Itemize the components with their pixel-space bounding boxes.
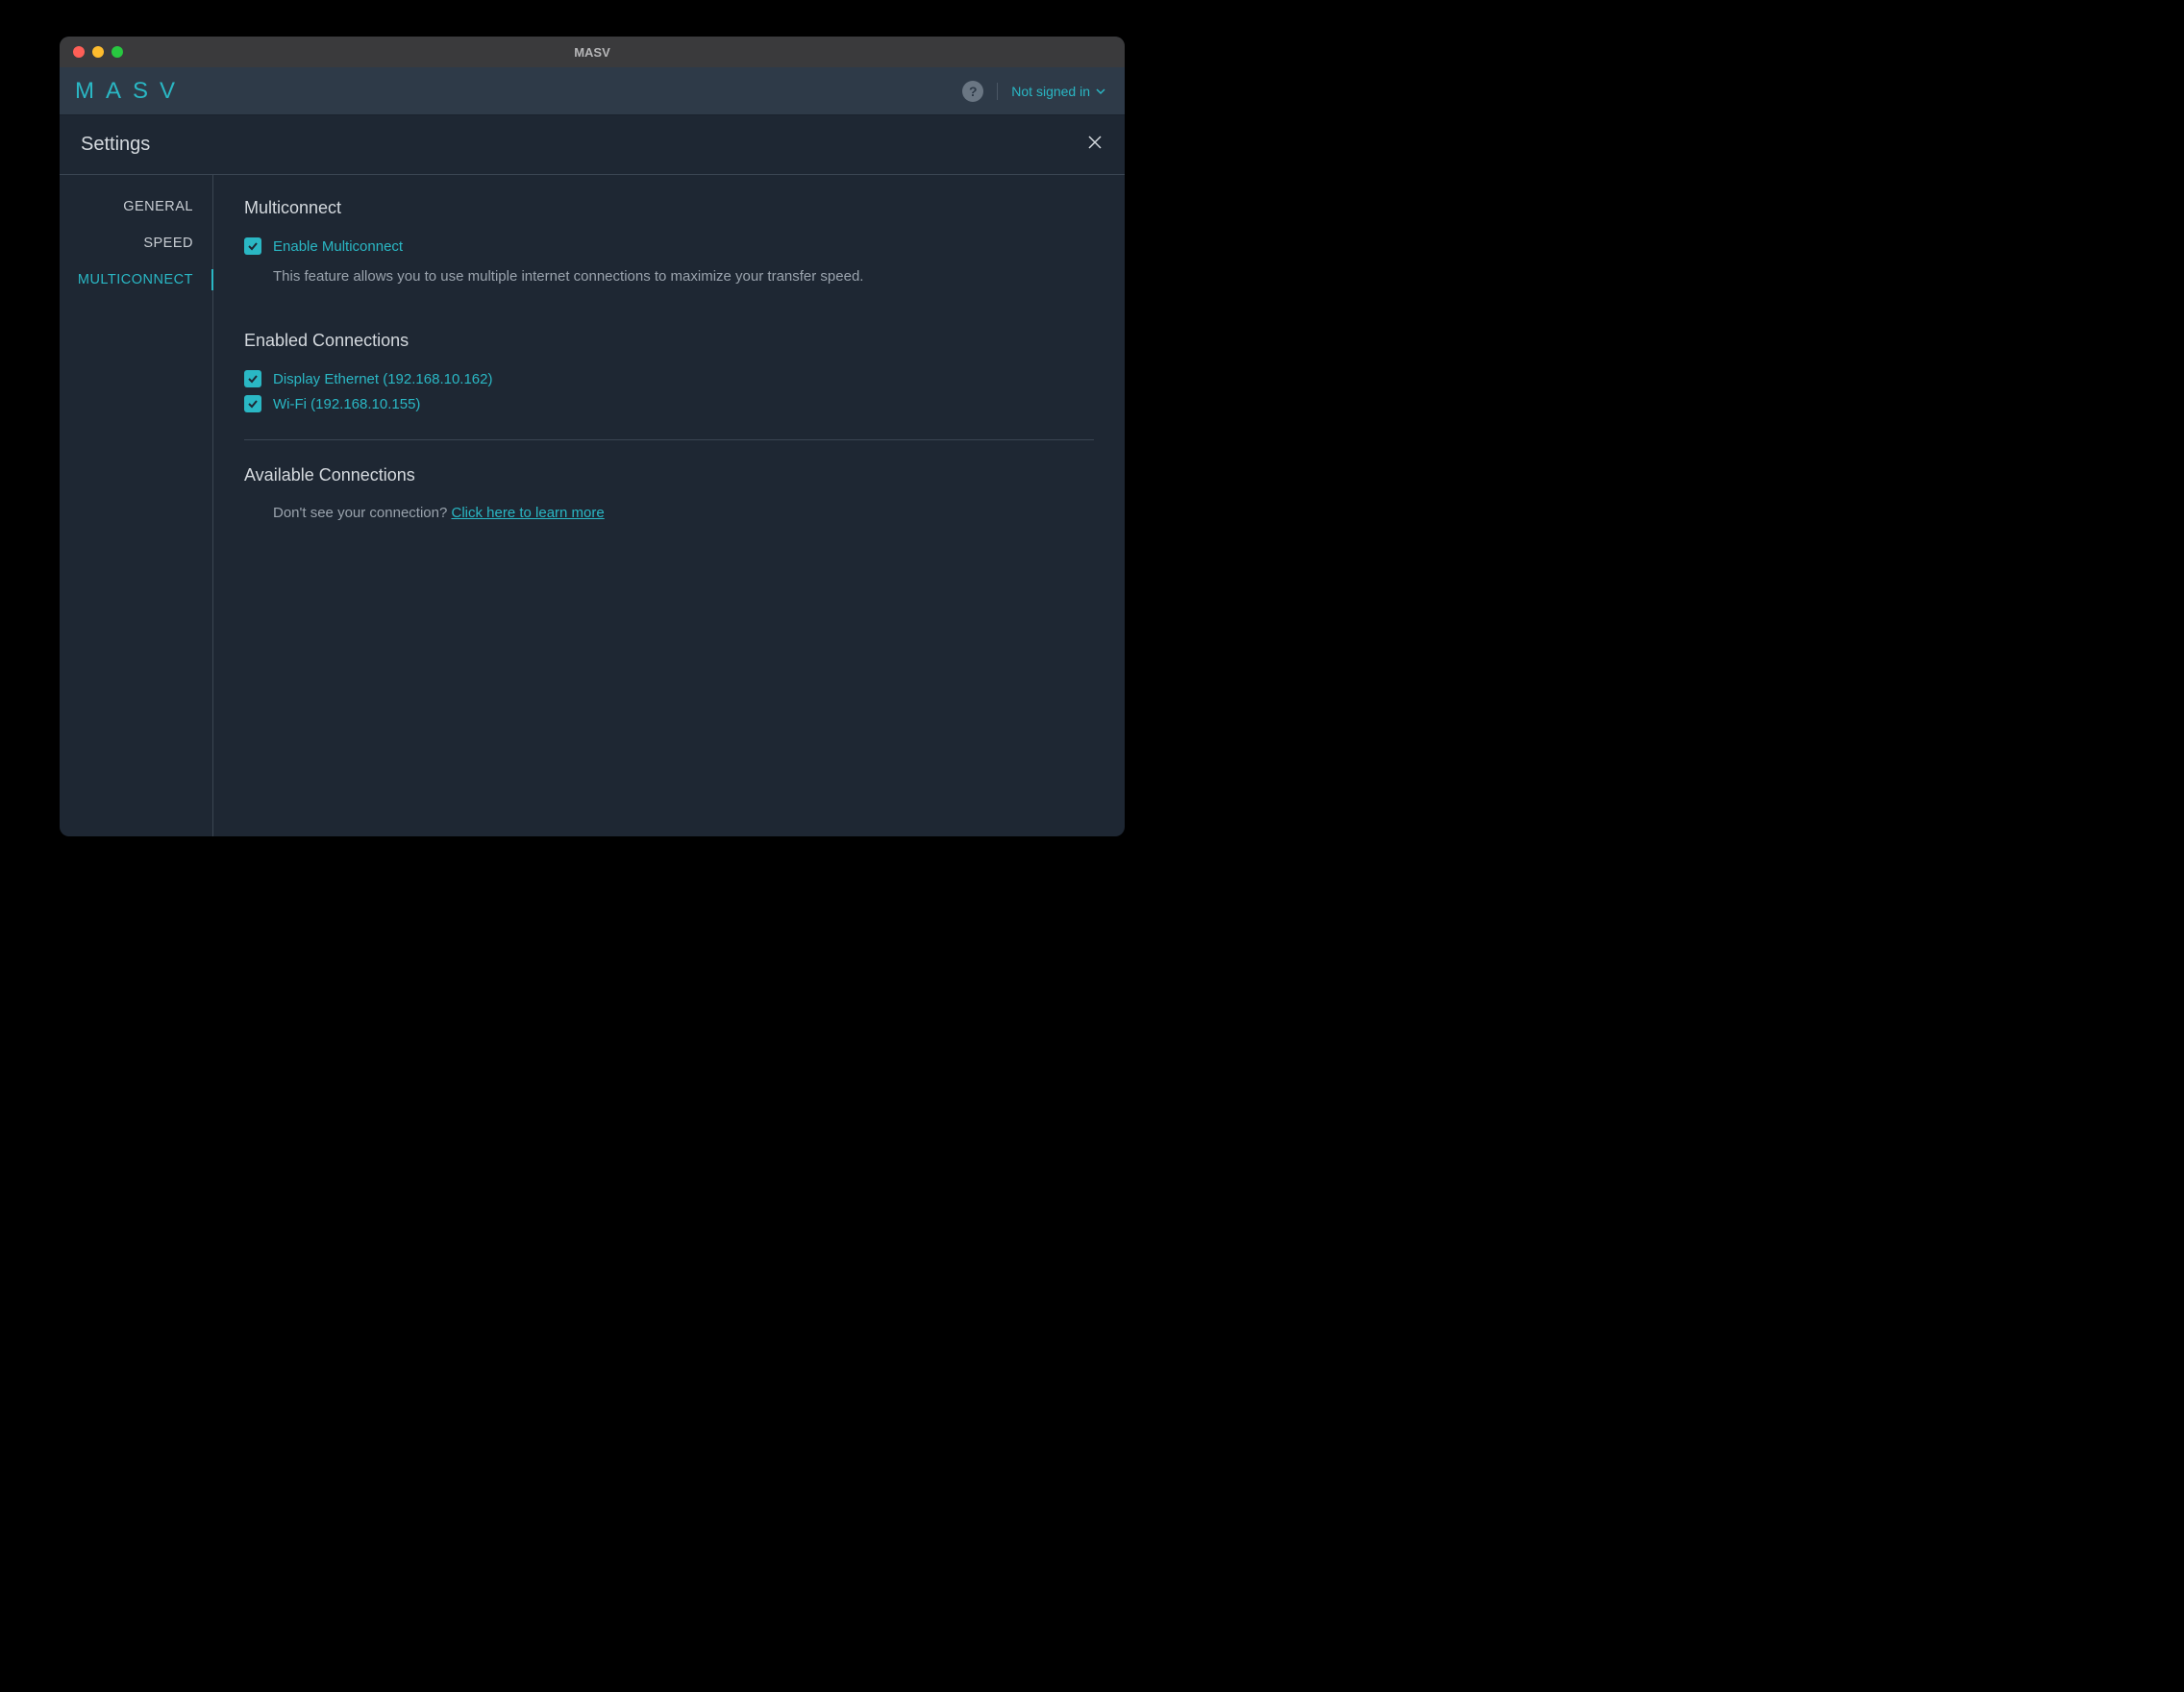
enable-multiconnect-checkbox[interactable] <box>244 237 261 255</box>
enable-multiconnect-row: Enable Multiconnect <box>244 237 1094 255</box>
available-help-text: Don't see your connection? Click here to… <box>273 505 1094 521</box>
multiconnect-description: This feature allows you to use multiple … <box>273 268 1094 285</box>
close-window-button[interactable] <box>73 46 85 58</box>
connection-row: Display Ethernet (192.168.10.162) <box>244 370 1094 387</box>
signin-label: Not signed in <box>1011 84 1090 99</box>
window-title: MASV <box>574 45 610 60</box>
settings-body: GENERAL SPEED MULTICONNECT Multiconnect … <box>60 175 1125 836</box>
learn-more-link[interactable]: Click here to learn more <box>451 505 604 521</box>
connection-label: Display Ethernet (192.168.10.162) <box>273 371 492 387</box>
maximize-window-button[interactable] <box>112 46 123 58</box>
app-logo: MASV <box>75 78 186 105</box>
multiconnect-heading: Multiconnect <box>244 198 1094 218</box>
enabled-connections-heading: Enabled Connections <box>244 331 1094 351</box>
sidebar-item-label: MULTICONNECT <box>78 272 193 287</box>
titlebar: MASV <box>60 37 1125 67</box>
checkmark-icon <box>247 398 259 410</box>
enabled-connections-list: Display Ethernet (192.168.10.162) Wi-Fi … <box>244 370 1094 412</box>
chevron-down-icon <box>1096 87 1105 96</box>
sidebar-item-general[interactable]: GENERAL <box>60 188 212 225</box>
help-prefix: Don't see your connection? <box>273 505 451 521</box>
sidebar-item-label: SPEED <box>143 236 193 251</box>
available-connections-heading: Available Connections <box>244 465 1094 485</box>
traffic-lights <box>60 46 123 58</box>
divider <box>244 439 1094 440</box>
content: Multiconnect Enable Multiconnect This fe… <box>213 175 1125 836</box>
topbar-right: ? Not signed in <box>962 81 1105 102</box>
signin-dropdown[interactable]: Not signed in <box>1011 84 1105 99</box>
topbar: MASV ? Not signed in <box>60 67 1125 115</box>
enable-multiconnect-label: Enable Multiconnect <box>273 238 403 255</box>
settings-header: Settings <box>60 115 1125 175</box>
connection-row: Wi-Fi (192.168.10.155) <box>244 395 1094 412</box>
logo-text: MASV <box>75 78 186 105</box>
settings-title: Settings <box>81 134 150 156</box>
minimize-window-button[interactable] <box>92 46 104 58</box>
connection-checkbox[interactable] <box>244 370 261 387</box>
sidebar-item-speed[interactable]: SPEED <box>60 225 212 261</box>
connection-checkbox[interactable] <box>244 395 261 412</box>
app-window: MASV MASV ? Not signed in Settings GENER… <box>60 37 1125 836</box>
sidebar-item-label: GENERAL <box>123 199 193 214</box>
sidebar-item-multiconnect[interactable]: MULTICONNECT <box>60 261 212 298</box>
sidebar: GENERAL SPEED MULTICONNECT <box>60 175 213 836</box>
close-icon[interactable] <box>1086 134 1104 156</box>
divider <box>997 83 998 100</box>
checkmark-icon <box>247 240 259 252</box>
help-icon[interactable]: ? <box>962 81 983 102</box>
checkmark-icon <box>247 373 259 385</box>
connection-label: Wi-Fi (192.168.10.155) <box>273 396 420 412</box>
